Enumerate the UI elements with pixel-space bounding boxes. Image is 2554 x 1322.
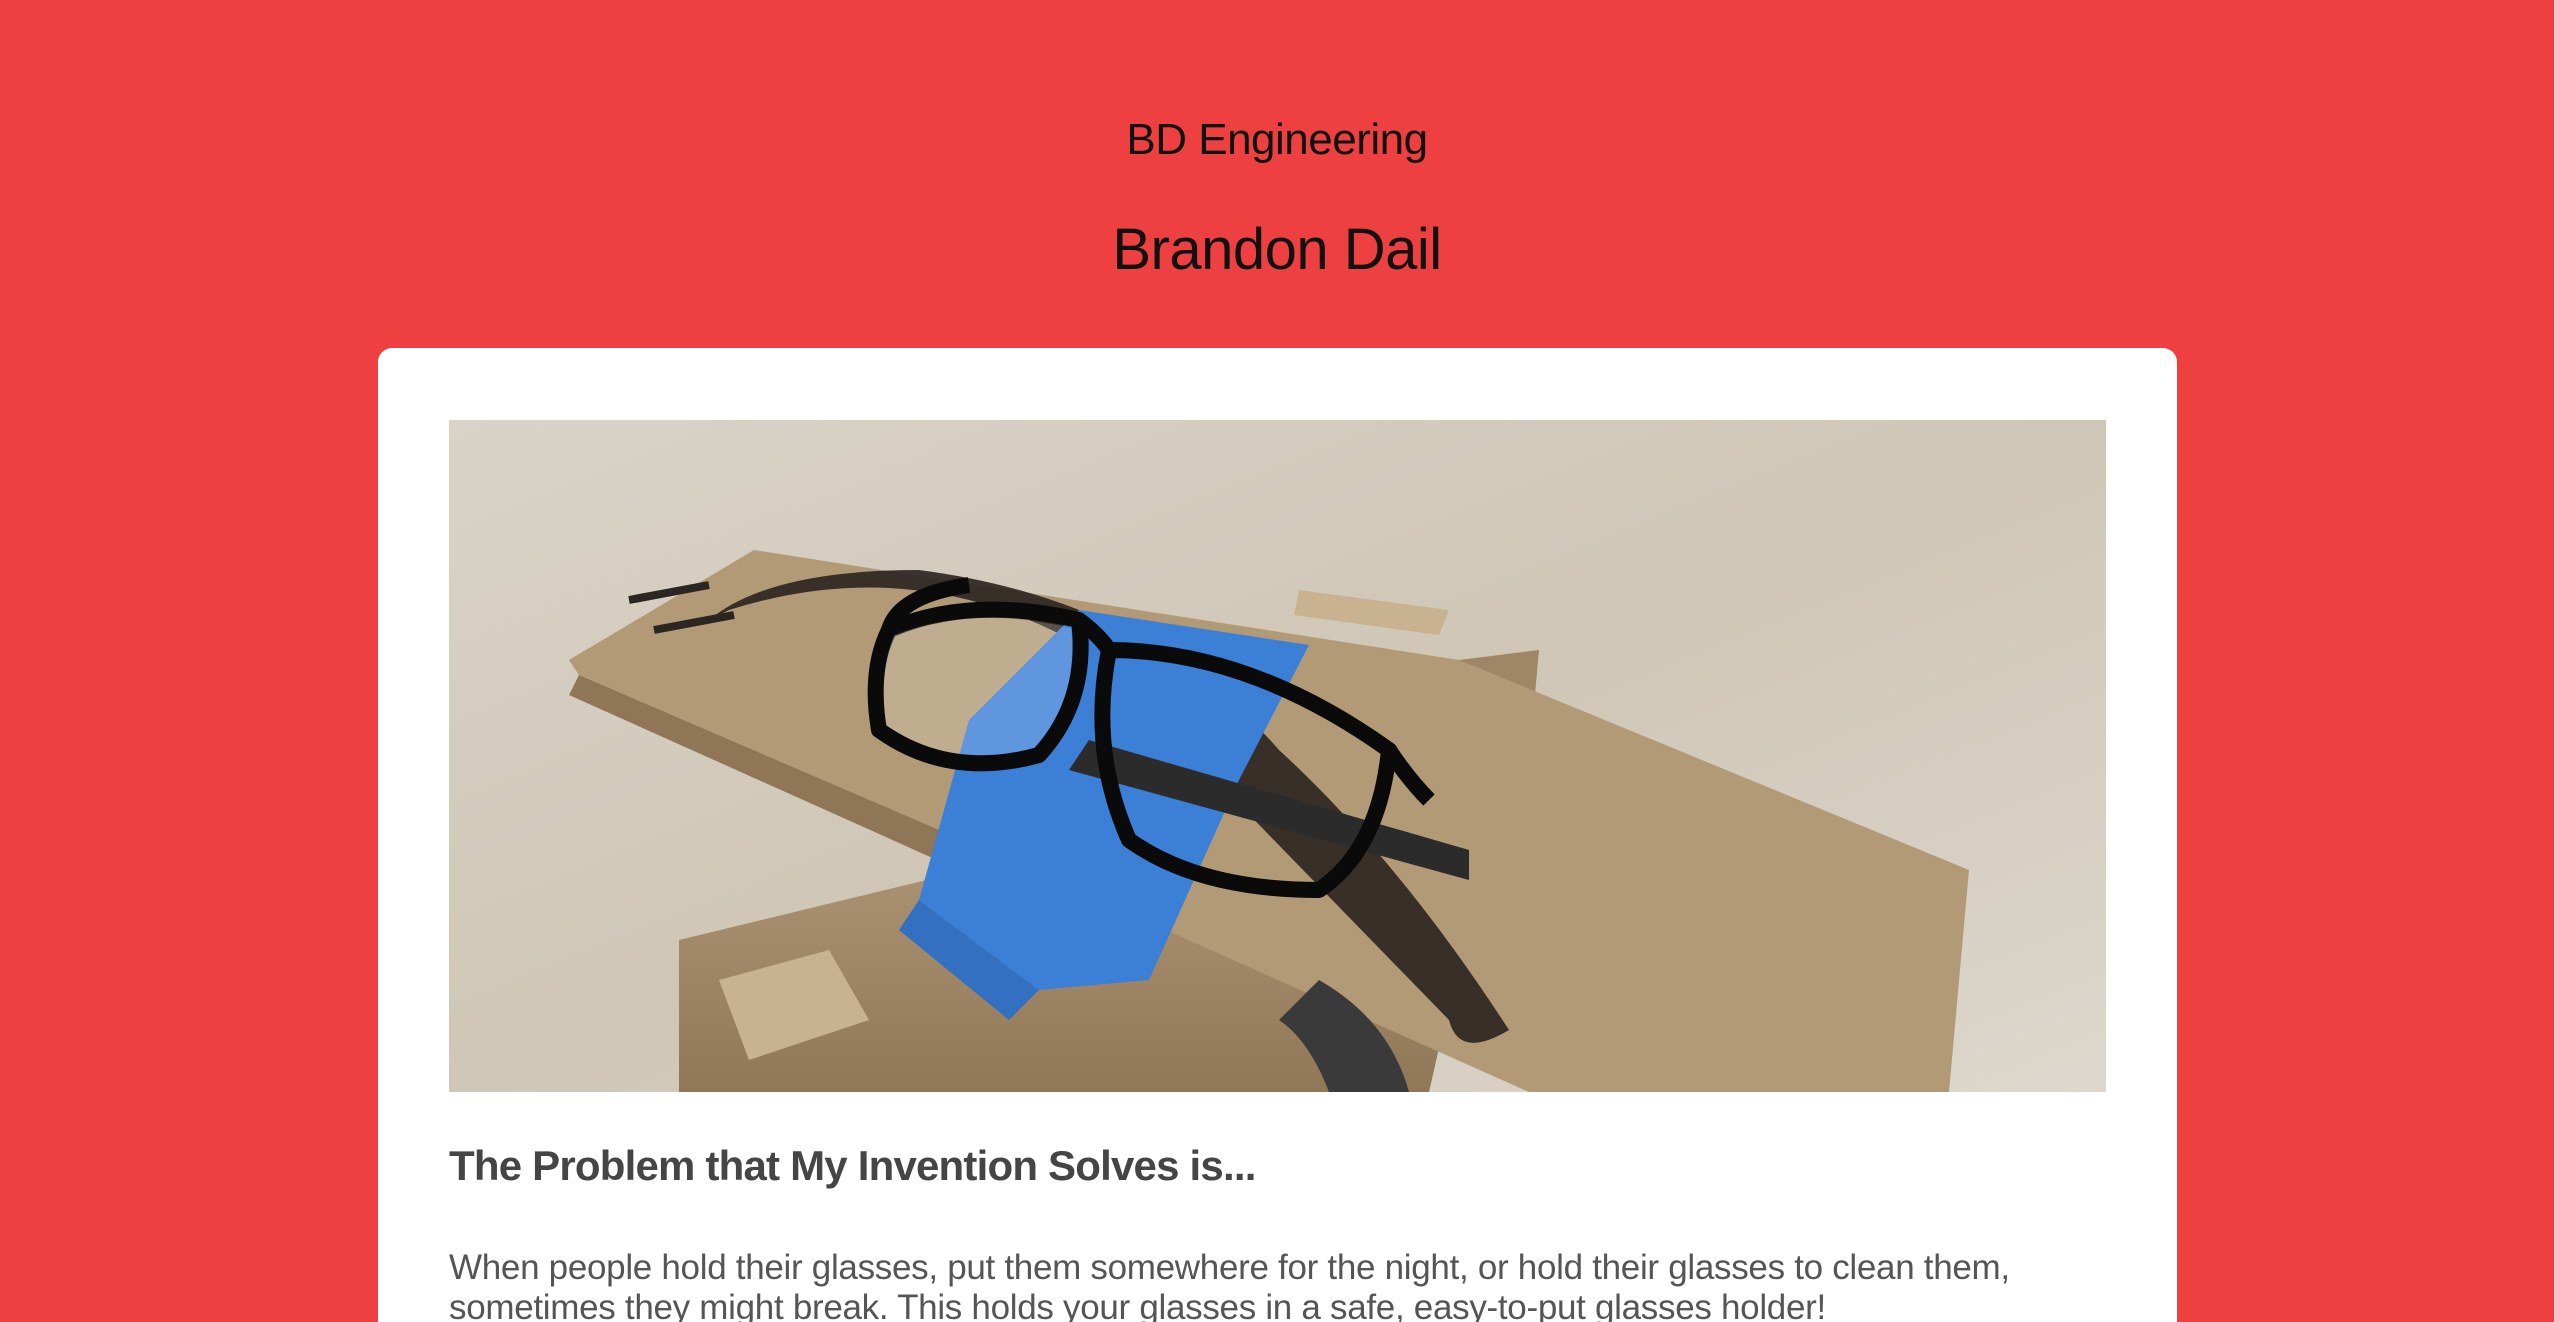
project-card: The Problem that My Invention Solves is.…	[378, 348, 2177, 1322]
hero-image	[449, 420, 2106, 1092]
site-name[interactable]: BD Engineering	[0, 110, 2554, 170]
section-body-text: When people hold their glasses, put them…	[449, 1248, 2010, 1322]
hero-photo	[449, 420, 2106, 1092]
author-name: Brandon Dail	[1112, 217, 1442, 282]
section-heading: The Problem that My Invention Solves is.…	[449, 1142, 1256, 1189]
site-header: BD Engineering Brandon Dail	[0, 0, 2554, 340]
